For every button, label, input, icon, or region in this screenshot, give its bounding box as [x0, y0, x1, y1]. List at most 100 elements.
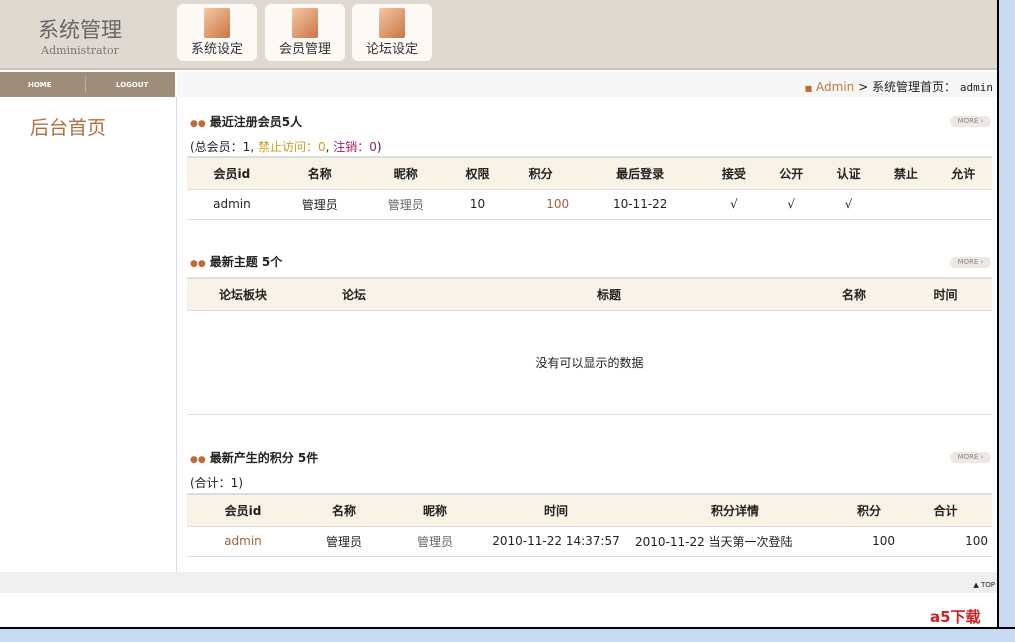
- summary-banned: 禁止访问：0: [257, 140, 326, 154]
- monitor-icon: [204, 8, 230, 38]
- recent-members-title: ●● 最近注册会员5人: [190, 113, 302, 130]
- cell: √: [819, 189, 878, 220]
- table-row: admin 管理员 管理员 10 100 10-11-22 √ √ √: [187, 189, 992, 220]
- cell: 管理员: [299, 526, 389, 557]
- logo: 系统管理 Administrator: [30, 14, 130, 57]
- bullet-icon: ■: [804, 84, 813, 93]
- member-id-link[interactable]: admin: [187, 189, 277, 220]
- empty-row: 没有可以显示的数据: [187, 310, 992, 415]
- summary-end: ): [376, 140, 382, 154]
- horizontal-scrollbar[interactable]: [0, 627, 1015, 642]
- forum-settings-button[interactable]: 论坛设定: [352, 4, 432, 61]
- members-summary: (总会员：1, 禁止访问：0, 注销：0): [190, 138, 382, 155]
- table-header: 论坛板块 论坛 标题 名称 时间: [187, 277, 992, 311]
- col-header: 允许: [934, 156, 992, 190]
- points-summary: (合计：1): [190, 476, 243, 490]
- breadcrumb-current: 系统管理首页: [872, 80, 945, 94]
- col-header: 名称: [809, 277, 899, 311]
- logout-link[interactable]: LOGOUT: [116, 81, 148, 89]
- header: 系统管理 Administrator 系统设定 会员管理 论坛设定: [0, 0, 997, 70]
- col-header: 论坛板块: [187, 277, 299, 311]
- bullet-icon: ●●: [190, 455, 206, 465]
- col-header: 合计: [899, 493, 992, 527]
- nav-bar: HOME LOGOUT: [0, 72, 175, 97]
- recent-points-title: ●● 最新产生的积分 5件: [190, 449, 318, 466]
- cell: 100: [899, 526, 992, 557]
- breadcrumb-admin-link[interactable]: Admin: [816, 80, 854, 94]
- app-subtitle: Administrator: [41, 44, 119, 57]
- title-text: 最新产生的积分 5件: [209, 451, 319, 465]
- back-to-top-link[interactable]: ▲ TOP: [973, 581, 995, 589]
- summary-cancelled: 注销：0: [333, 140, 377, 154]
- col-header: 昵称: [362, 156, 449, 190]
- more-topics-button[interactable]: MORE ›: [950, 257, 991, 268]
- col-header: 时间: [899, 277, 992, 311]
- breadcrumb: ■ Admin > 系统管理首页： admin: [805, 78, 993, 95]
- more-points-button[interactable]: MORE ›: [950, 452, 991, 463]
- col-header: 名称: [276, 156, 363, 190]
- member-id-link[interactable]: admin: [187, 526, 299, 557]
- col-header: 公开: [762, 156, 820, 190]
- recent-topics-title: ●● 最新主题 5个: [190, 253, 282, 270]
- col-header: 积分详情: [631, 493, 839, 527]
- cell: √: [705, 189, 763, 220]
- cell: 10-11-22: [575, 189, 706, 220]
- button-label: 论坛设定: [365, 42, 418, 57]
- breadcrumb-bar: ■ Admin > 系统管理首页： admin: [177, 72, 997, 97]
- points-table: 会员id 名称 昵称 时间 积分详情 积分 合计 admin 管理员 管理员 2010-11-22…: [187, 493, 992, 557]
- col-header: 昵称: [389, 493, 481, 527]
- col-header: 接受: [705, 156, 763, 190]
- cell: [934, 189, 992, 220]
- app-title: 系统管理: [38, 18, 122, 42]
- cell: 10: [448, 189, 507, 220]
- cell: √: [762, 189, 820, 220]
- colon: ：: [944, 80, 957, 94]
- button-label: 系统设定: [190, 42, 243, 57]
- more-members-button[interactable]: MORE ›: [950, 116, 991, 127]
- cell: 2010-11-22 当天第一次登陆: [631, 526, 839, 557]
- col-header: 最后登录: [575, 156, 706, 190]
- col-header: 积分: [839, 493, 899, 527]
- watermark-logo: a5下载: [930, 608, 981, 626]
- cell: 100: [506, 189, 576, 220]
- table-header: 会员id 名称 昵称 权限 积分 最后登录 接受 公开 认证 禁止 允许: [187, 156, 992, 190]
- col-header: 禁止: [877, 156, 935, 190]
- divider: [85, 76, 86, 93]
- bullet-icon: ●●: [190, 119, 206, 129]
- cell: 管理员: [362, 189, 449, 220]
- cell: 管理员: [276, 189, 363, 220]
- col-header: 权限: [448, 156, 507, 190]
- members-icon: [292, 8, 318, 38]
- col-header: 会员id: [187, 493, 299, 527]
- table-header: 会员id 名称 昵称 时间 积分详情 积分 合计: [187, 493, 992, 527]
- col-header: 时间: [481, 493, 631, 527]
- system-settings-button[interactable]: 系统设定: [177, 4, 257, 61]
- cell: 100: [839, 526, 899, 557]
- bullet-icon: ●●: [190, 259, 206, 269]
- col-header: 认证: [819, 156, 878, 190]
- col-header: 标题: [409, 277, 809, 311]
- col-header: 论坛: [299, 277, 409, 311]
- cell: 管理员: [389, 526, 481, 557]
- title-text: 最新主题 5个: [209, 255, 283, 269]
- footer: ▲ TOP: [0, 572, 997, 593]
- cell: 2010-11-22 14:37:57: [481, 526, 631, 557]
- notebook-icon: [379, 8, 405, 38]
- breadcrumb-separator: >: [858, 80, 869, 94]
- empty-message: 没有可以显示的数据: [187, 310, 992, 415]
- member-management-button[interactable]: 会员管理: [265, 4, 345, 61]
- home-link[interactable]: HOME: [28, 81, 52, 89]
- button-label: 会员管理: [278, 42, 331, 57]
- col-header: 积分: [506, 156, 576, 190]
- cell: [877, 189, 935, 220]
- col-header: 名称: [299, 493, 389, 527]
- members-table: 会员id 名称 昵称 权限 积分 最后登录 接受 公开 认证 禁止 允许 admin 管理员 管理员 10…: [187, 156, 992, 220]
- title-text: 最近注册会员5人: [209, 115, 303, 129]
- sidebar: 后台首页: [0, 97, 177, 572]
- col-header: 会员id: [187, 156, 277, 190]
- sidebar-heading: 后台首页: [30, 117, 107, 139]
- topics-table: 论坛板块 论坛 标题 名称 时间 没有可以显示的数据: [187, 277, 992, 415]
- vertical-scrollbar[interactable]: [997, 0, 1015, 627]
- current-user: admin: [959, 81, 993, 94]
- table-row: admin 管理员 管理员 2010-11-22 14:37:57 2010-11-22…: [187, 526, 992, 557]
